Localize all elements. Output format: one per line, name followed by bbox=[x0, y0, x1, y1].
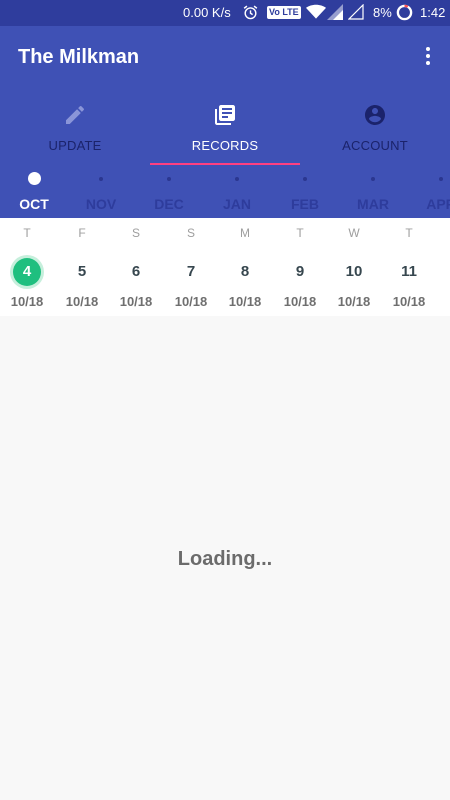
day-number: 7 bbox=[186, 263, 196, 280]
month-label: MAR bbox=[357, 196, 389, 212]
day-item[interactable]: S 6 10/18 bbox=[113, 218, 159, 316]
month-dot bbox=[371, 177, 375, 181]
app-bar: The Milkman UPDATE RECORDS ACCOUNT OCT N… bbox=[0, 26, 450, 218]
tab-label: UPDATE bbox=[48, 138, 102, 153]
weekday-label: T bbox=[296, 226, 304, 240]
month-item[interactable]: NOV bbox=[67, 168, 135, 218]
day-number: 11 bbox=[401, 263, 417, 280]
weekday-label: T bbox=[23, 226, 31, 240]
month-dot bbox=[235, 177, 239, 181]
clock: 1:42 bbox=[420, 5, 446, 20]
day-item[interactable]: F 5 10/18 bbox=[59, 218, 105, 316]
battery-level: 8% bbox=[373, 5, 392, 20]
records-icon bbox=[215, 105, 235, 125]
overflow-menu-icon[interactable] bbox=[416, 44, 440, 68]
month-item[interactable]: FEB bbox=[271, 168, 339, 218]
day-item[interactable]: W 10 10/18 bbox=[331, 218, 377, 316]
active-tab-indicator bbox=[150, 163, 300, 165]
month-year-label: 10/18 bbox=[119, 294, 153, 309]
tab-update[interactable]: UPDATE bbox=[0, 100, 150, 166]
day-number: 9 bbox=[295, 263, 305, 280]
account-icon bbox=[365, 105, 385, 125]
app-title: The Milkman bbox=[18, 46, 140, 68]
month-item[interactable]: MAR bbox=[339, 168, 407, 218]
tab-records[interactable]: RECORDS bbox=[150, 100, 300, 166]
status-bar: 0.00 K/s Vo LTE 8% 1:42 bbox=[0, 0, 450, 26]
signal-icon bbox=[327, 4, 343, 23]
month-label: JAN bbox=[222, 196, 251, 212]
day-number: 10 bbox=[345, 263, 363, 280]
weekday-label: M bbox=[240, 226, 250, 240]
month-selector[interactable]: OCT NOV DEC JAN FEB MAR APR bbox=[0, 168, 450, 218]
month-year-label: 10/18 bbox=[228, 294, 262, 309]
day-number: 8 bbox=[240, 263, 250, 280]
month-item[interactable]: OCT bbox=[0, 168, 68, 218]
day-item[interactable]: T 9 10/18 bbox=[277, 218, 323, 316]
weekday-label: W bbox=[348, 226, 360, 240]
month-label: NOV bbox=[85, 196, 117, 212]
month-item[interactable]: DEC bbox=[135, 168, 203, 218]
month-item[interactable]: APR bbox=[407, 168, 450, 218]
weekday-label: F bbox=[78, 226, 86, 240]
month-label: FEB bbox=[291, 196, 319, 212]
month-item[interactable]: JAN bbox=[203, 168, 271, 218]
month-year-label: 10/18 bbox=[337, 294, 371, 309]
day-number: 4 bbox=[13, 258, 41, 286]
day-selector[interactable]: T 4 10/18 F 5 10/18 S 6 10/18 S 7 10/18 … bbox=[0, 218, 450, 316]
tab-label: ACCOUNT bbox=[342, 138, 408, 153]
day-number: 6 bbox=[131, 263, 141, 280]
month-dot bbox=[303, 177, 307, 181]
battery-icon bbox=[396, 4, 413, 24]
tab-label: RECORDS bbox=[191, 138, 259, 153]
month-year-label: 10/18 bbox=[65, 294, 99, 309]
day-item[interactable]: T 4 10/18 bbox=[4, 218, 50, 316]
network-speed: 0.00 K/s bbox=[183, 5, 231, 20]
month-year-label: 10/18 bbox=[392, 294, 426, 309]
month-dot bbox=[439, 177, 443, 181]
month-year-label: 10/18 bbox=[174, 294, 208, 309]
signal-empty-icon bbox=[347, 3, 364, 23]
weekday-label: S bbox=[131, 226, 140, 240]
day-item[interactable]: M 8 10/18 bbox=[222, 218, 268, 316]
day-item[interactable]: S 7 10/18 bbox=[168, 218, 214, 316]
month-year-label: 10/18 bbox=[10, 294, 44, 309]
month-label: DEC bbox=[154, 196, 184, 212]
month-dot bbox=[99, 177, 103, 181]
month-dot bbox=[167, 177, 171, 181]
tab-account[interactable]: ACCOUNT bbox=[300, 100, 450, 166]
day-number: 5 bbox=[77, 263, 87, 280]
month-label: APR bbox=[426, 196, 450, 212]
month-year-label: 10/18 bbox=[283, 294, 317, 309]
wifi-icon bbox=[306, 4, 326, 23]
alarm-icon bbox=[242, 4, 259, 24]
loading-text: Loading... bbox=[177, 548, 273, 570]
weekday-label: S bbox=[186, 226, 195, 240]
month-label: OCT bbox=[19, 196, 49, 212]
weekday-label: T bbox=[405, 226, 413, 240]
day-item[interactable]: T 11 10/18 bbox=[386, 218, 432, 316]
month-dot bbox=[27, 172, 41, 185]
pencil-icon bbox=[66, 105, 85, 124]
volte-badge: Vo LTE bbox=[267, 6, 301, 19]
